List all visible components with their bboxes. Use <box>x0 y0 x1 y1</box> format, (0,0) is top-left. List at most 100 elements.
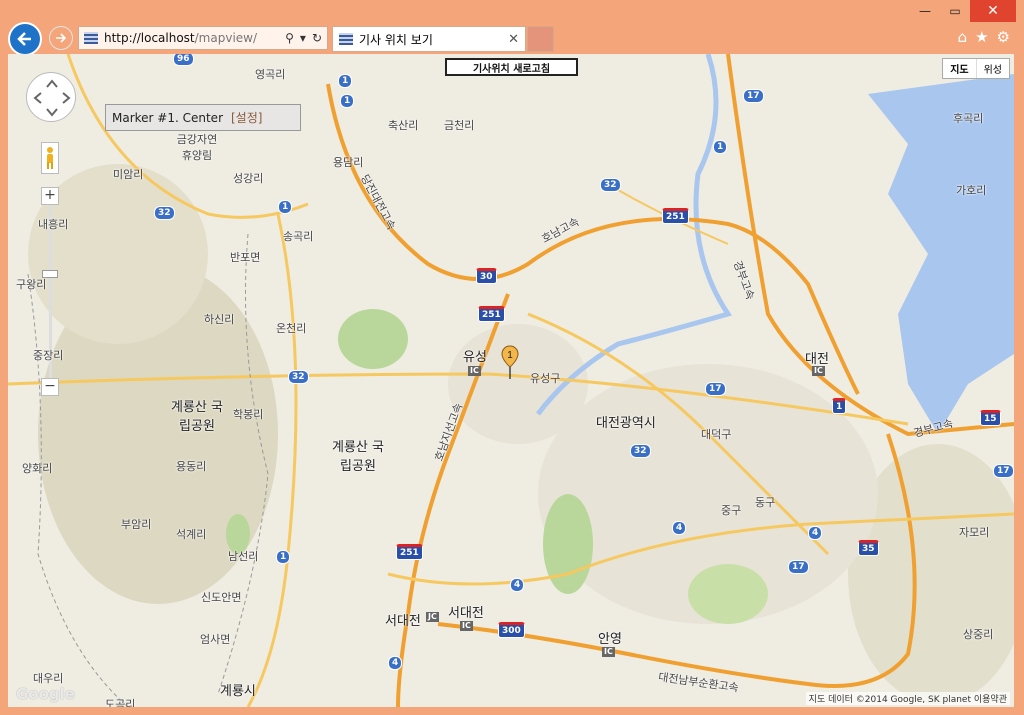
map-type-roadmap[interactable]: 지도 <box>943 59 977 78</box>
route-shield: 4 <box>808 526 823 540</box>
place-label: 반포면 <box>230 251 261 264</box>
back-button[interactable] <box>8 22 42 56</box>
marker-number: 1 <box>507 350 513 361</box>
interchange-label: IC <box>602 647 615 657</box>
refresh-icon[interactable]: ↻ <box>312 31 322 45</box>
tab-favicon-icon <box>339 33 353 45</box>
tab-title: 기사 위치 보기 <box>359 32 433 47</box>
marker-pin-icon: 1 <box>501 345 519 379</box>
place-label: 금강자연휴양림 <box>176 133 218 162</box>
interchange-label: JC <box>426 612 439 622</box>
place-label: 가호리 <box>956 184 987 197</box>
place-label: 대전광역시 <box>596 416 656 431</box>
place-label: 유성구 <box>530 372 561 385</box>
maximize-button[interactable]: ▭ <box>940 0 970 22</box>
route-shield: 4 <box>510 578 525 592</box>
map-marker-pin[interactable]: 1 <box>501 345 519 381</box>
place-label: 양화리 <box>22 462 53 475</box>
zoom-in-button[interactable]: + <box>41 187 59 205</box>
dropdown-icon[interactable]: ▾ <box>300 31 306 45</box>
map-canvas[interactable]: 기사위치 새로고침 지도 위성 + − Marker #1. Center [설… <box>8 54 1014 707</box>
forward-arrow-icon <box>56 33 67 43</box>
route-shield: 300 <box>498 622 525 638</box>
zoom-out-button[interactable]: − <box>41 378 59 396</box>
pan-arrows-icon <box>33 79 71 117</box>
place-label: 하신리 <box>204 313 235 326</box>
place-label: 안영 <box>598 632 622 647</box>
route-shield: 4 <box>672 521 687 535</box>
browser-frame: — ▭ ✕ http://localhost /mapview/ ⚲ ▾ ↻ 기… <box>0 0 1024 715</box>
close-window-button[interactable]: ✕ <box>970 0 1016 22</box>
home-icon[interactable]: ⌂ <box>958 28 968 46</box>
search-icon[interactable]: ⚲ <box>285 31 294 45</box>
route-shield: 30 <box>476 268 497 284</box>
refresh-locations-button[interactable]: 기사위치 새로고침 <box>445 58 578 76</box>
place-label: 온천리 <box>276 322 307 335</box>
site-favicon-icon <box>84 32 98 44</box>
interchange-label: IC <box>812 366 825 376</box>
terms-link[interactable]: 이용약관 <box>974 695 1007 705</box>
route-shield: 1 <box>832 398 847 414</box>
place-label: 동구 <box>755 496 776 509</box>
place-label: 금천리 <box>444 119 475 132</box>
street-view-pegman-icon[interactable] <box>41 142 59 174</box>
place-label: 중구 <box>721 504 742 517</box>
infobox-set-link[interactable]: [설정] <box>231 109 262 126</box>
place-label: 용담리 <box>333 156 364 169</box>
place-label: 내흥리 <box>38 218 69 231</box>
route-shield: 251 <box>662 208 689 224</box>
route-shield: 96 <box>173 54 194 66</box>
tab-close-icon[interactable]: ✕ <box>508 32 519 47</box>
place-label: 도곡리 <box>105 698 136 707</box>
place-label: 대덕구 <box>701 428 732 441</box>
map-type-control: 지도 위성 <box>942 58 1010 79</box>
route-shield: 1 <box>713 140 728 154</box>
route-shield: 4 <box>388 656 403 670</box>
place-label: 영곡리 <box>255 68 286 81</box>
place-label: 구왕리 <box>16 278 47 291</box>
attribution-text: 지도 데이터 ©2014 Google, SK planet <box>808 695 971 705</box>
favorites-star-icon[interactable]: ★ <box>975 28 988 46</box>
route-shield: 32 <box>288 370 309 384</box>
marker-infobox: Marker #1. Center [설정] <box>105 104 301 131</box>
settings-gear-icon[interactable]: ⚙ <box>997 28 1010 46</box>
route-shield: 17 <box>705 382 726 396</box>
map-attribution: 지도 데이터 ©2014 Google, SK planet 이용약관 <box>805 692 1010 705</box>
pan-control[interactable] <box>26 72 76 122</box>
place-label: 부암리 <box>121 518 152 531</box>
route-shield: 1 <box>338 74 353 88</box>
forward-button[interactable] <box>49 26 73 50</box>
route-shield: 17 <box>743 89 764 103</box>
place-label: 송곡리 <box>283 230 314 243</box>
route-shield: 1 <box>340 94 355 108</box>
route-shield: 15 <box>980 410 1001 426</box>
minimize-button[interactable]: — <box>910 0 940 22</box>
new-tab-button[interactable] <box>527 26 554 52</box>
infobox-text: Marker #1. Center <box>112 110 223 125</box>
route-shield: 1 <box>278 200 293 214</box>
tab-active[interactable]: 기사 위치 보기 ✕ <box>332 26 526 52</box>
address-bar[interactable]: http://localhost /mapview/ ⚲ ▾ ↻ <box>78 26 328 50</box>
route-shield: 17 <box>788 560 809 574</box>
place-label: 석계리 <box>176 528 207 541</box>
url-host: http://localhost <box>104 31 195 45</box>
route-shield: 32 <box>154 206 175 220</box>
google-logo: Google <box>16 685 75 703</box>
place-label: 유성 <box>463 350 487 365</box>
url-path: /mapview/ <box>194 31 258 45</box>
window-controls: — ▭ ✕ <box>910 0 1016 22</box>
route-shield: 32 <box>630 444 651 458</box>
place-label: 서대전 <box>385 614 421 629</box>
place-label: 계룡산 국립공원 <box>332 440 384 474</box>
route-shield: 17 <box>993 464 1014 478</box>
place-label: 용동리 <box>176 460 207 473</box>
pegman-figure-icon <box>47 147 53 169</box>
place-label: 학봉리 <box>233 408 264 421</box>
map-type-satellite[interactable]: 위성 <box>977 59 1009 78</box>
route-shield: 251 <box>396 544 423 560</box>
place-label: 중장리 <box>33 349 64 362</box>
place-label: 계룡시 <box>220 684 256 699</box>
place-label: 미암리 <box>113 168 144 181</box>
place-label: 엄사면 <box>200 633 231 646</box>
interchange-label: IC <box>468 366 481 376</box>
